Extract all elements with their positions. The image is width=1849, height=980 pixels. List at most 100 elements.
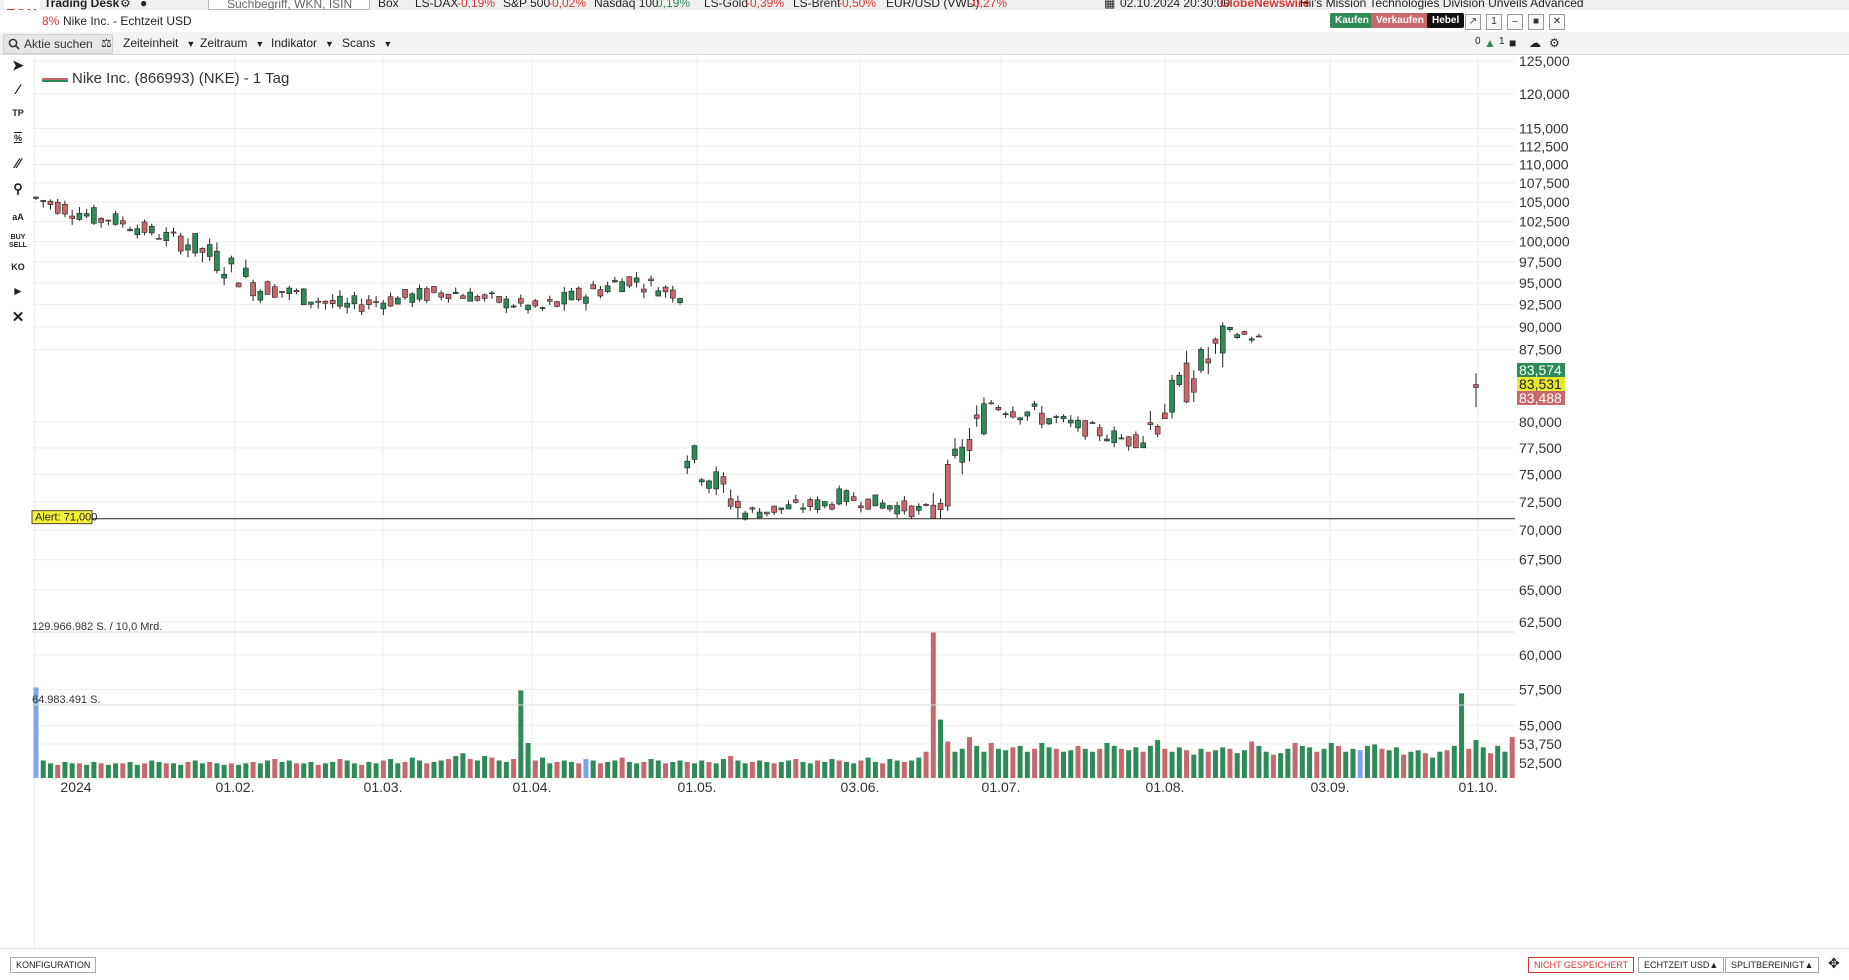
volume-bar [1386, 750, 1392, 778]
candle-body [503, 298, 510, 309]
split-adjusted-button[interactable]: SPLITBEREINIGT▲ [1725, 957, 1820, 973]
volume-bar [301, 763, 307, 778]
buy-button[interactable]: Kaufen [1330, 13, 1374, 28]
ticker-item-name[interactable]: LS-Brent [793, 0, 840, 9]
price-chart[interactable]: 125,000 120,000 115,000 112,500 110,000 107,5… [0, 55, 1849, 948]
volume-bar [757, 760, 763, 778]
volume-bar [351, 763, 357, 778]
box-label[interactable]: Box [378, 0, 399, 9]
windows-count: 1 [1499, 36, 1505, 47]
config-button[interactable]: KONFIGURATION [10, 957, 97, 973]
volume-bar [670, 761, 676, 778]
candle-body [792, 499, 799, 503]
candle-body [373, 301, 379, 303]
volume-bar [69, 763, 75, 778]
volume-bar [373, 763, 379, 778]
volume-bar [691, 763, 697, 778]
restore-icon[interactable]: ■ [1528, 14, 1544, 30]
indicator-dropdown[interactable]: Indikator ▼ [271, 36, 334, 50]
stock-search-input[interactable]: Aktie suchen [3, 34, 113, 54]
lever-button[interactable]: Hebel [1427, 13, 1465, 28]
news-headline[interactable]: Hii's Mission Technologies Division Unve… [1300, 0, 1584, 9]
ticker-item-name[interactable]: Nasdaq 100 [594, 0, 659, 9]
volume-bar [742, 763, 748, 778]
news-source[interactable]: GlobeNewswire [1220, 0, 1309, 9]
candle-body [1140, 442, 1146, 449]
volume-bar [1328, 742, 1334, 778]
not-saved-button[interactable]: NICHT GESPEICHERT [1528, 957, 1635, 973]
candle-body [887, 505, 893, 510]
settings-icon[interactable]: ⚙ [1549, 36, 1560, 50]
candle-body [112, 213, 119, 225]
search-icon [8, 38, 20, 50]
price-tick-label: 57,500 [1519, 681, 1562, 697]
volume-bar [1343, 751, 1349, 778]
candle-body [170, 231, 177, 234]
ticker-gear-icon[interactable]: ⚙ [120, 0, 131, 9]
volume-bar [1082, 748, 1088, 778]
candle-body [329, 300, 336, 304]
volume-bar [894, 760, 900, 778]
minimize-icon[interactable]: – [1507, 14, 1523, 30]
volume-bar [648, 759, 654, 778]
candle-body [1205, 358, 1212, 364]
candle-body [264, 281, 271, 295]
sell-button[interactable]: Verkaufen [1371, 13, 1429, 28]
ticker-item-name[interactable]: EUR/USD (VWD) [886, 0, 979, 9]
ticker-item-name[interactable]: S&P 500 [503, 0, 550, 9]
scans-dropdown[interactable]: Scans ▼ [342, 36, 392, 50]
ticker-item-name[interactable]: LS-DAX [415, 0, 458, 9]
candle-body [539, 307, 546, 309]
realtime-currency-button[interactable]: ECHTZEIT USD▲ [1638, 957, 1725, 973]
volume-bar [829, 759, 835, 778]
candle-body [1089, 422, 1096, 424]
price-tick-label: 115,000 [1519, 120, 1569, 136]
volume-bar [1169, 751, 1175, 778]
range-dropdown[interactable]: Zeitraum ▼ [200, 36, 264, 50]
candle-body [930, 504, 937, 520]
volume-bar [315, 764, 321, 778]
volume-bar [294, 763, 300, 778]
ticker-item-name[interactable]: LS-Gold [704, 0, 748, 9]
ticker-item-change: -0,50% [838, 0, 877, 10]
candle-body [1118, 437, 1125, 440]
candle-body [185, 244, 191, 251]
price-tick-label: 110,000 [1519, 156, 1569, 172]
volume-bar [163, 763, 169, 778]
volume-bar [243, 763, 249, 778]
candle-body [785, 504, 792, 510]
volume-bar [677, 760, 683, 778]
volume-bar [91, 761, 97, 778]
ticker-item-change: -0,39% [746, 0, 785, 10]
candle-body [619, 281, 625, 293]
popout-icon[interactable]: ↗ [1465, 14, 1481, 30]
volume-bar [1364, 745, 1370, 778]
candle-body [554, 301, 560, 307]
window-number-button[interactable]: 1 [1486, 14, 1502, 30]
volume-bar [1336, 745, 1342, 778]
candle-body [409, 293, 416, 303]
volume-bar [257, 763, 263, 778]
volume-bar [1278, 753, 1284, 778]
global-search-input[interactable]: Suchbegriff, WKN, ISIN [208, 0, 370, 10]
cloud-icon[interactable]: ☁ [1529, 36, 1541, 50]
candle-body [518, 298, 524, 304]
volume-bar [1191, 754, 1197, 778]
close-icon[interactable]: ✕ [1549, 14, 1565, 30]
bell-icon[interactable]: ▲ [1484, 36, 1496, 50]
date-tick-label: 01.04. [513, 779, 552, 795]
move-icon[interactable]: ✥ [1828, 955, 1840, 972]
volume-bar [359, 764, 365, 778]
folder-icon[interactable]: ■ [1509, 36, 1516, 50]
volume-bar [901, 761, 907, 778]
candle-body [1104, 438, 1110, 442]
candle-body [973, 414, 980, 419]
volume-bar [1104, 742, 1110, 778]
timeframe-dropdown[interactable]: Zeiteinheit ▼ [123, 36, 195, 50]
candle-body [1017, 417, 1023, 421]
volume-bar [445, 759, 451, 778]
ticker-menu-icon[interactable]: ● [140, 0, 147, 9]
candle-body [1212, 338, 1219, 344]
volume-bar [815, 760, 821, 778]
candle-body [641, 288, 647, 293]
